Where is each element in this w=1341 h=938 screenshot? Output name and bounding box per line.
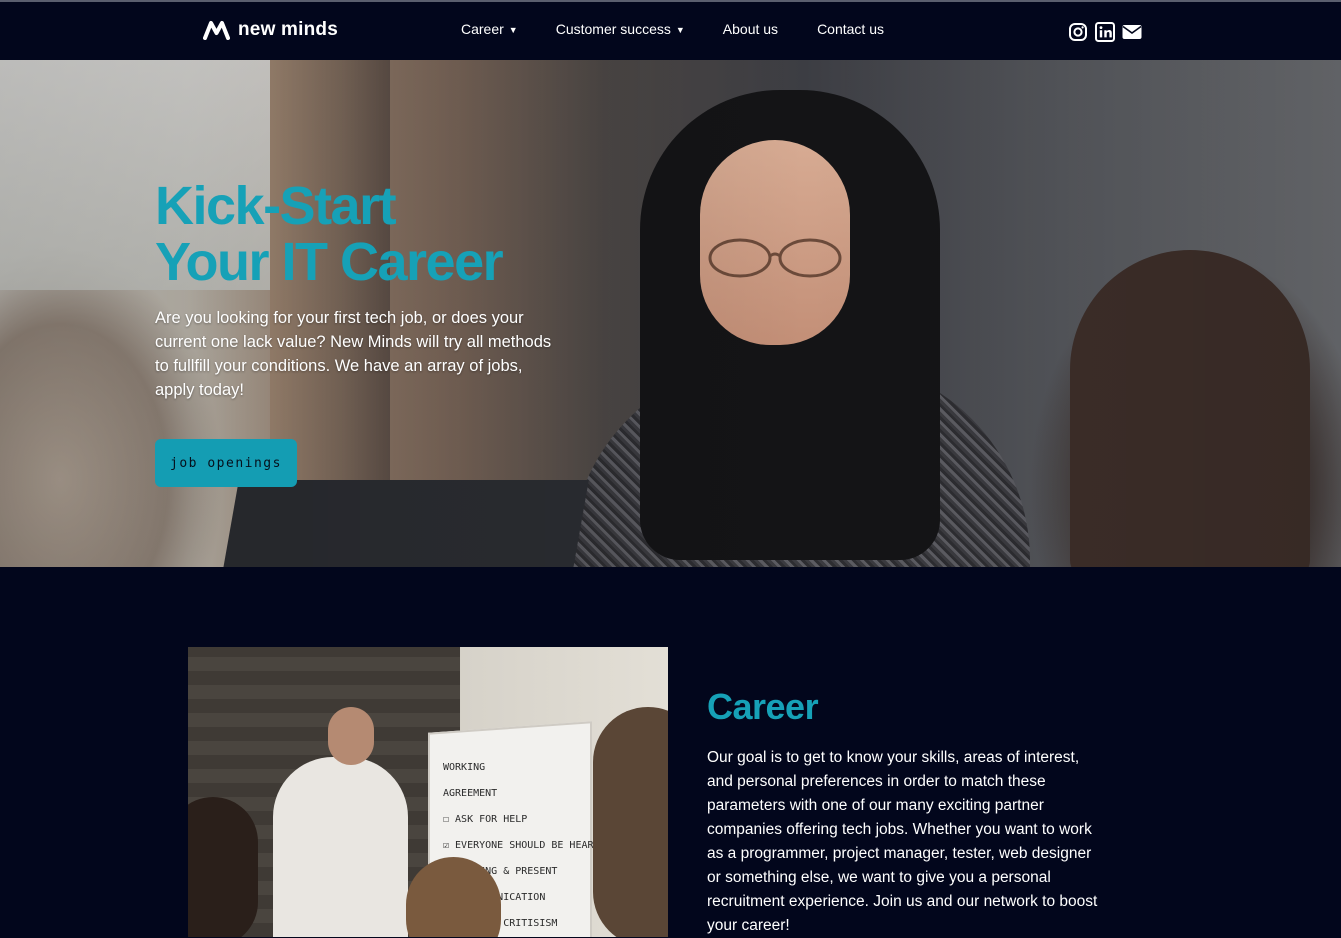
hero-title-line-1: Kick-Start <box>155 176 397 236</box>
career-heading: Career <box>707 686 819 727</box>
chevron-down-icon: ▼ <box>675 24 685 35</box>
instagram-icon[interactable] <box>1068 22 1088 42</box>
job-openings-button[interactable]: job openings <box>155 439 297 487</box>
nav-item-customer-success[interactable]: Customer success ▼ <box>556 21 685 37</box>
nav-label-customer-success: Customer success <box>555 21 671 37</box>
career-description: Our goal is to get to know your skills, … <box>707 749 1098 934</box>
site-header: new minds Career ▼ Customer success ▼ Ab… <box>0 2 1341 60</box>
hero-description: Are you looking for your first tech job,… <box>155 309 552 399</box>
new-minds-logo-icon <box>203 21 230 40</box>
nav-label-about-us: About us <box>722 21 779 37</box>
envelope-icon[interactable] <box>1122 22 1142 42</box>
hero-title-line-2: Your IT Career <box>155 232 504 292</box>
nav-item-career[interactable]: Career ▼ <box>461 21 518 37</box>
hero-section: Kick-Start Your IT Career Are you lookin… <box>0 60 1341 567</box>
nav-label-career: Career <box>461 21 504 37</box>
hero-title: Kick-Start Your IT Career <box>155 176 504 292</box>
main-nav: Career ▼ Customer success ▼ About us Con… <box>461 21 884 37</box>
chevron-down-icon: ▼ <box>508 24 518 35</box>
brand-name: new minds <box>238 19 338 40</box>
nav-item-about-us[interactable]: About us <box>723 21 778 37</box>
linkedin-icon[interactable] <box>1095 22 1115 42</box>
logo-link[interactable]: new minds <box>203 19 338 41</box>
career-photo: WORKING AGREEMENT ☐ ASK FOR HELP ☑ EVERY… <box>188 647 668 937</box>
social-links <box>1068 22 1142 42</box>
nav-item-contact-us[interactable]: Contact us <box>817 21 884 37</box>
nav-label-contact-us: Contact us <box>817 21 884 37</box>
